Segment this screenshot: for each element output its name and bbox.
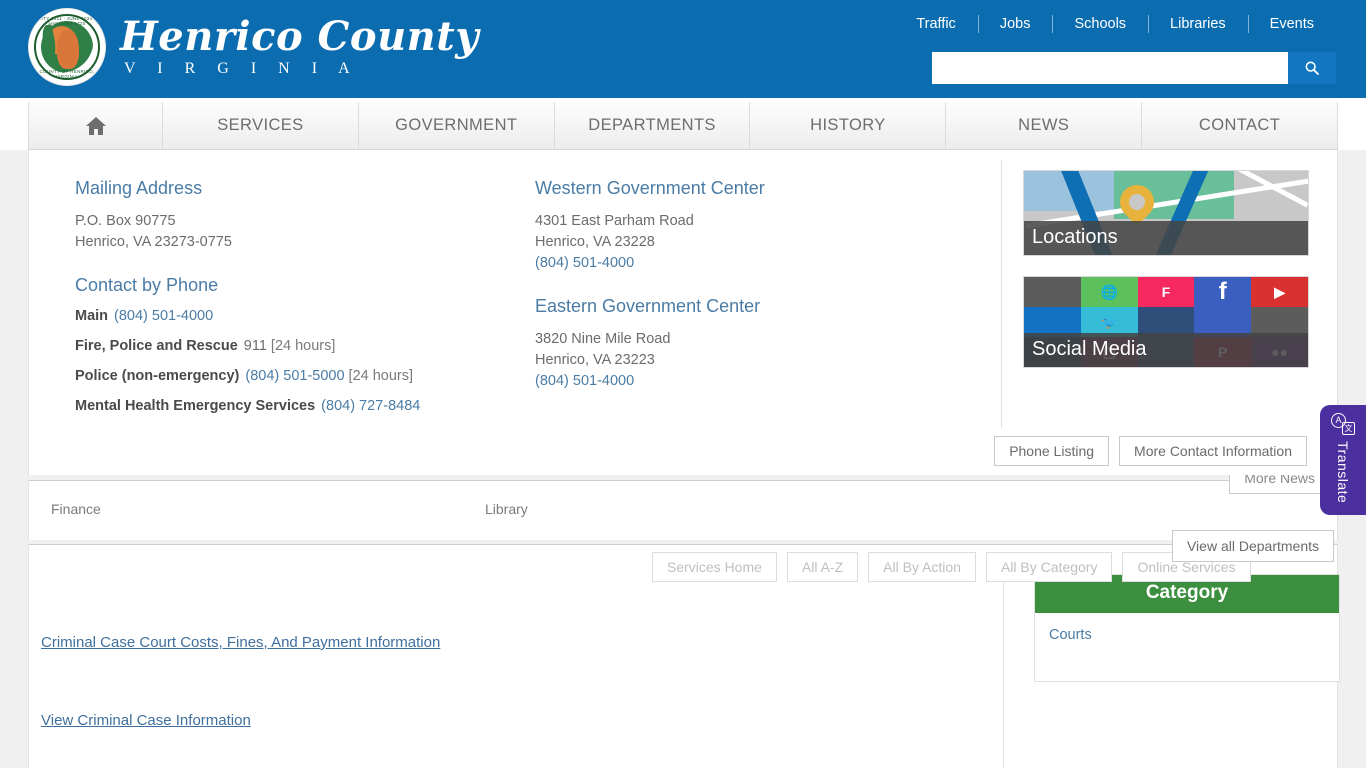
category-panel: Category Courts [1034,574,1340,682]
category-panel-body: Courts [1035,613,1339,681]
phone-label-fire-police-rescue: Fire, Police and Rescue [75,338,238,354]
phone-listing-button[interactable]: Phone Listing [994,436,1110,466]
nav-item-history[interactable]: HISTORY [750,102,947,149]
contact-by-phone-heading: Contact by Phone [75,275,219,295]
phone-label-mental-health: Mental Health Emergency Services [75,398,316,414]
phone-number-police-nonemergency[interactable]: (804) 501-5000 [245,368,344,384]
western-government-center-address: 4301 East Parham Road Henrico, VA 23228 … [535,211,965,274]
social-media-tile-label: Social Media [1024,333,1308,367]
translate-icon-zh: 文 [1342,422,1355,435]
nav-item-contact[interactable]: CONTACT [1142,102,1338,149]
brand-subtitle: V I R G I N I A [124,60,359,77]
translate-label: Translate [1335,441,1351,504]
phone-row-fire-police-rescue: Fire, Police and Rescue 911 [24 hours] [75,338,505,354]
site-logo[interactable]: CITY 1611 · JUNE 1634 · HANOVER 1720 COU… [28,8,479,86]
locations-tile[interactable]: Locations [1023,170,1309,256]
all-a-z-button[interactable]: All A-Z [786,552,859,582]
nav-item-news[interactable]: NEWS [946,102,1143,149]
phone-row-mental-health: Mental Health Emergency Services (804) 72… [75,398,505,414]
mailing-address-line2: Henrico, VA 23273-0775 [75,234,232,250]
all-by-action-button[interactable]: All By Action [868,552,976,582]
nav-item-services[interactable]: SERVICES [163,102,359,149]
search-icon [1305,61,1319,75]
phone-note-police-nonemergency: [24 hours] [348,368,414,384]
utility-nav-item-schools[interactable]: Schools [1052,15,1148,33]
result-link-view-criminal-case[interactable]: View Criminal Case Information [41,712,251,729]
nav-item-departments[interactable]: DEPARTMENTS [554,102,751,149]
mailing-address-heading: Mailing Address [75,178,203,198]
henrico-seal-icon: CITY 1611 · JUNE 1634 · HANOVER 1720 COU… [28,8,106,86]
translate-icon: A 文 [1331,413,1355,435]
phone-number-mental-health[interactable]: (804) 727-8484 [321,398,420,414]
phone-number-fire-police-rescue: 911 [243,338,267,354]
eastern-government-center-address: 3820 Nine Mile Road Henrico, VA 23223 (8… [535,329,965,392]
view-all-departments-button[interactable]: View all Departments [1171,530,1334,562]
phone-row-main: Main (804) 501-4000 [75,308,505,324]
services-home-button[interactable]: Services Home [652,552,777,582]
utility-nav-item-traffic[interactable]: Traffic [894,16,977,32]
phone-label-main: Main [75,308,109,324]
service-buttons: Services Home All A-Z All By Action All … [652,552,1251,582]
seal-bottom-text: COUNTY OF HENRICO, VIRGINIA [39,69,95,79]
search-input[interactable] [932,52,1288,84]
nav-item-government[interactable]: GOVERNMENT [358,102,555,149]
western-phone[interactable]: (804) 501-4000 [535,255,634,271]
mailing-address-line1: P.O. Box 90775 [75,213,176,229]
phone-number-main[interactable]: (804) 501-4000 [114,308,213,324]
departments-strip: Finance Library [28,480,1338,540]
more-contact-information-button[interactable]: More Contact Information [1119,436,1307,466]
eastern-address-line1: 3820 Nine Mile Road [535,331,671,347]
western-address-line2: Henrico, VA 23228 [535,234,655,250]
phone-note-fire-police-rescue: [24 hours] [270,338,336,354]
brand-name: Henrico County [120,13,479,60]
utility-nav-item-events[interactable]: Events [1247,15,1336,33]
utility-nav-item-jobs[interactable]: Jobs [977,15,1053,33]
department-item-finance[interactable]: Finance [51,501,101,517]
contact-panel: Mailing Address P.O. Box 90775 Henrico, … [28,150,1338,475]
search-button[interactable] [1288,52,1336,84]
contact-column-left: Mailing Address P.O. Box 90775 Henrico, … [75,178,505,428]
eastern-government-center-heading: Eastern Government Center [535,296,761,316]
contact-panel-divider [1001,160,1002,428]
phone-row-police-nonemergency: Police (non-emergency) (804) 501-5000 [24 … [75,368,505,384]
all-by-category-button[interactable]: All By Category [985,552,1113,582]
home-icon [85,116,106,135]
page-body: Finance Library View all Departments Ser… [0,150,1366,768]
utility-nav: Traffic Jobs Schools Libraries Events [894,15,1336,33]
western-government-center-heading: Western Government Center [535,178,765,198]
category-item-courts[interactable]: Courts [1049,627,1325,643]
main-nav: SERVICES GOVERNMENT DEPARTMENTS HISTORY … [28,102,1338,150]
translate-widget[interactable]: A 文 Translate [1320,405,1366,515]
phone-label-police-nonemergency: Police (non-emergency) [75,368,240,384]
utility-nav-item-libraries[interactable]: Libraries [1148,15,1248,33]
site-search [932,52,1336,84]
department-item-library[interactable]: Library [485,501,528,517]
locations-tile-label: Locations [1024,221,1308,255]
nav-item-home[interactable] [28,102,163,149]
mailing-address-block: P.O. Box 90775 Henrico, VA 23273-0775 [75,211,505,253]
results-list: Criminal Case Court Costs, Fines, And Pa… [29,574,1004,768]
result-link-criminal-case-costs[interactable]: Criminal Case Court Costs, Fines, And Pa… [41,634,440,651]
eastern-address-line2: Henrico, VA 23223 [535,352,655,368]
results-area: Criminal Case Court Costs, Fines, And Pa… [28,574,1340,768]
site-header: CITY 1611 · JUNE 1634 · HANOVER 1720 COU… [0,0,1366,98]
contact-panel-buttons: Phone Listing More Contact Information [994,436,1307,466]
western-address-line1: 4301 East Parham Road [535,213,694,229]
seal-top-text: CITY 1611 · JUNE 1634 · HANOVER 1720 [38,16,96,26]
contact-column-middle: Western Government Center 4301 East Parh… [535,178,965,392]
social-media-tile[interactable]: 🌐 F f ▶ 🐦 ▢ P ●● Social Media [1023,276,1309,368]
eastern-phone[interactable]: (804) 501-4000 [535,373,634,389]
